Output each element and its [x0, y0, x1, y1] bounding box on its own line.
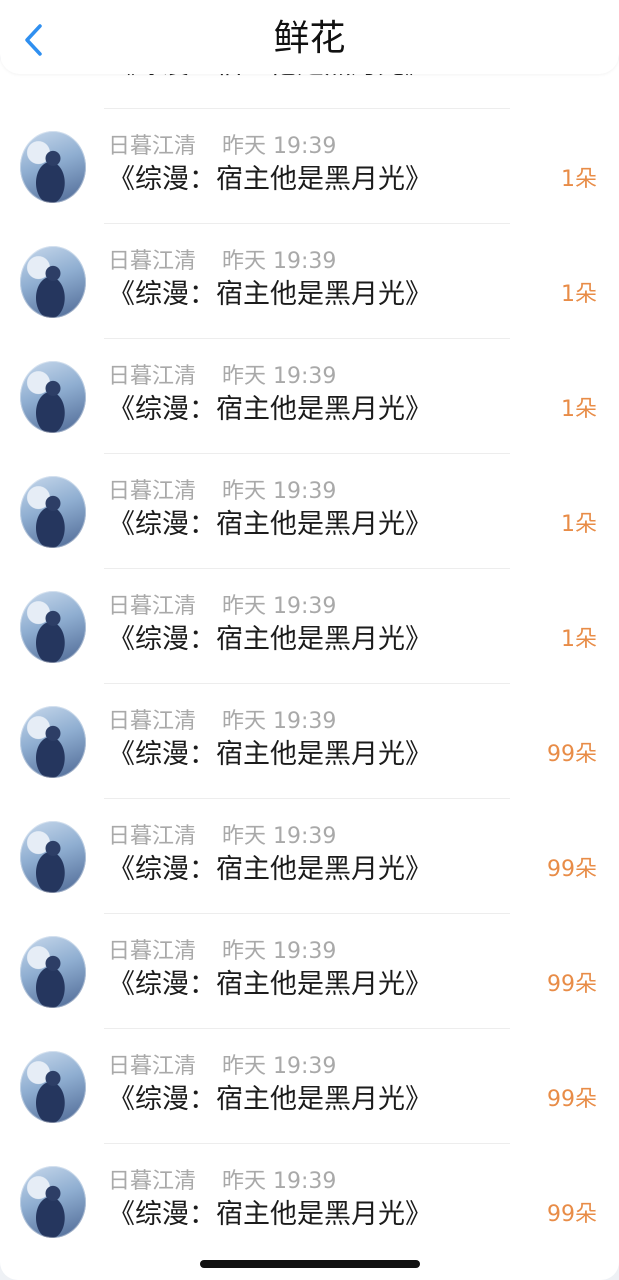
timestamp: 昨天 19:39: [222, 939, 337, 964]
flower-amount: 99朵: [547, 972, 597, 997]
flower-amount: 99朵: [547, 1202, 597, 1227]
flower-amount: 99朵: [547, 742, 597, 767]
list-item[interactable]: 日暮江清 昨天 19:39 《综漫：宿主他是黑月光》 1朵: [0, 224, 619, 339]
list-item[interactable]: 日暮江清 昨天 19:39 《综漫：宿主他是黑月光》 99朵: [0, 684, 619, 799]
list-item[interactable]: 日暮江清 昨天 19:39 《综漫：宿主他是黑月光》 99朵: [0, 914, 619, 1029]
avatar[interactable]: [20, 821, 86, 893]
user-name[interactable]: 日暮江清: [108, 247, 196, 277]
avatar[interactable]: [20, 246, 86, 318]
user-name[interactable]: 日暮江清: [108, 1052, 196, 1082]
list-item[interactable]: 日暮江清 昨天 19:39 《综漫：宿主他是黑月光》 99朵: [0, 1144, 619, 1259]
book-title: 《综漫：宿主他是黑月光》: [108, 969, 432, 1000]
flower-amount: 1朵: [561, 167, 597, 192]
book-title: 《综漫：宿主他是黑月光》: [108, 1199, 432, 1230]
flower-amount: 99朵: [547, 857, 597, 882]
book-title: 《综漫：宿主他是黑月光》: [108, 394, 432, 425]
list-item[interactable]: 日暮江清 昨天 19:39 《综漫：宿主他是黑月光》 1朵: [0, 109, 619, 224]
user-name[interactable]: 日暮江清: [108, 937, 196, 967]
list-item[interactable]: 日暮江清 昨天 19:39 《综漫：宿主他是黑月光》 1朵: [0, 569, 619, 684]
timestamp: 昨天 19:39: [222, 1169, 337, 1194]
timestamp: 昨天 19:39: [222, 479, 337, 504]
book-title: 《综漫：宿主他是黑月光》: [108, 854, 432, 885]
list-item[interactable]: 日暮江清 昨天 19:39 《综漫：宿主他是黑月光》 99朵: [0, 799, 619, 914]
book-title: 《综漫：宿主他是黑月光》: [108, 739, 432, 770]
book-title: 《综漫：宿主他是黑月光》: [108, 164, 432, 195]
user-name[interactable]: 日暮江清: [108, 707, 196, 737]
timestamp: 昨天 19:39: [222, 594, 337, 619]
list-item[interactable]: 日暮江清 昨天 19:39 《综漫：宿主他是黑月光》 1朵: [0, 454, 619, 569]
avatar[interactable]: [20, 706, 86, 778]
avatar[interactable]: [20, 476, 86, 548]
timestamp: 昨天 19:39: [222, 709, 337, 734]
list-item[interactable]: 日暮江清 昨天 19:39 《综漫：宿主他是黑月光》 1朵: [0, 339, 619, 454]
flower-amount: 99朵: [547, 1087, 597, 1112]
flower-amount: 1朵: [561, 512, 597, 537]
avatar[interactable]: [20, 361, 86, 433]
flower-amount: 1朵: [561, 627, 597, 652]
user-name[interactable]: 日暮江清: [108, 592, 196, 622]
user-name[interactable]: 日暮江清: [108, 362, 196, 392]
timestamp: 昨天 19:39: [222, 364, 337, 389]
book-title: 《综漫：宿主他是黑月光》: [108, 279, 432, 310]
timestamp: 昨天 19:39: [222, 134, 337, 159]
timestamp: 昨天 19:39: [222, 824, 337, 849]
avatar[interactable]: [20, 1051, 86, 1123]
flower-record-list[interactable]: 《综漫：宿主他是黑月光》 1朵 日暮江清 昨天 19:39 《综漫：宿主他是黑月…: [0, 44, 619, 1280]
list-item[interactable]: 日暮江清 昨天 19:39 《综漫：宿主他是黑月光》 99朵: [0, 1029, 619, 1144]
flower-amount: 1朵: [561, 282, 597, 307]
avatar[interactable]: [20, 936, 86, 1008]
avatar[interactable]: [20, 131, 86, 203]
flower-amount: 1朵: [561, 397, 597, 422]
avatar[interactable]: [20, 591, 86, 663]
book-title: 《综漫：宿主他是黑月光》: [108, 509, 432, 540]
avatar[interactable]: [20, 1166, 86, 1238]
nav-header: 鲜花: [0, 0, 619, 74]
timestamp: 昨天 19:39: [222, 1054, 337, 1079]
book-title: 《综漫：宿主他是黑月光》: [108, 624, 432, 655]
user-name[interactable]: 日暮江清: [108, 477, 196, 507]
book-title: 《综漫：宿主他是黑月光》: [108, 1084, 432, 1115]
page-title: 鲜花: [273, 18, 346, 59]
home-indicator[interactable]: [200, 1260, 420, 1268]
timestamp: 昨天 19:39: [222, 249, 337, 274]
user-name[interactable]: 日暮江清: [108, 132, 196, 162]
user-name[interactable]: 日暮江清: [108, 1167, 196, 1197]
user-name[interactable]: 日暮江清: [108, 822, 196, 852]
